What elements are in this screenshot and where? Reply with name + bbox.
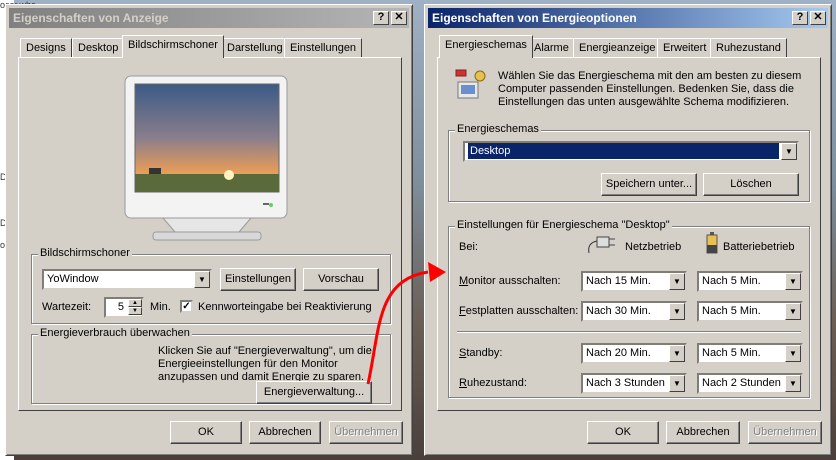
spin-up-icon[interactable]: ▲ xyxy=(128,299,142,307)
spin-down-icon[interactable]: ▼ xyxy=(128,307,142,315)
disks-off-battery-select[interactable]: Nach 5 Min. ▼ xyxy=(697,301,803,322)
chevron-down-icon[interactable]: ▼ xyxy=(785,375,801,392)
tab-alarms[interactable]: Alarme xyxy=(528,38,575,58)
display-window-title[interactable]: Eigenschaften von Anzeige xyxy=(9,8,409,28)
schemes-group-label: Energieschemas xyxy=(455,123,541,135)
energy-group: Energieverbrauch überwachen Klicken Sie … xyxy=(31,327,391,404)
wait-label: Wartezeit: xyxy=(42,301,92,313)
ok-button[interactable]: OK xyxy=(587,421,659,444)
energy-group-label: Energieverbrauch überwachen xyxy=(38,327,192,339)
scheme-value: Desktop xyxy=(468,143,779,159)
screensaver-settings-button[interactable]: Einstellungen xyxy=(220,268,296,291)
scheme-select[interactable]: Desktop ▼ xyxy=(463,141,799,162)
plug-icon xyxy=(588,236,615,254)
hibernate-battery-select[interactable]: Nach 2 Stunden ▼ xyxy=(697,373,803,394)
power-schemes-panel: Wählen Sie das Energieschema mit den am … xyxy=(437,57,821,411)
settings-group-label: Einstellungen für Energieschema "Desktop… xyxy=(455,219,672,231)
select-value: Nach 5 Min. xyxy=(702,347,761,359)
wait-time-value: 5 xyxy=(117,301,124,313)
monitor-off-ac-select[interactable]: Nach 15 Min. ▼ xyxy=(581,271,687,292)
energy-description: Klicken Sie auf "Energieverwaltung", um … xyxy=(158,345,372,383)
tab-desktop[interactable]: Desktop xyxy=(72,38,125,58)
standby-label: Standby: xyxy=(459,347,503,359)
standby-ac-select[interactable]: Nach 20 Min. ▼ xyxy=(581,343,687,364)
help-button[interactable]: ? xyxy=(792,11,808,25)
tab-screensaver[interactable]: Bildschirmschoner xyxy=(122,35,224,58)
apply-button: Übernehmen xyxy=(748,421,822,444)
screensaver-group: Bildschirmschoner YoWindow ▼ Einstellung… xyxy=(31,247,391,324)
screensaver-select[interactable]: YoWindow ▼ xyxy=(42,269,212,290)
power-options-window: Eigenschaften von Energieoptionen ? ✕ En… xyxy=(424,4,832,456)
cancel-button[interactable]: Abbrechen xyxy=(249,421,321,444)
wait-time-spinner[interactable]: 5 ▲ ▼ xyxy=(104,297,144,318)
wait-unit: Min. xyxy=(150,301,171,313)
power-management-button[interactable]: Energieverwaltung... xyxy=(256,381,372,404)
chevron-down-icon[interactable]: ▼ xyxy=(781,143,797,160)
select-value: Nach 3 Stunden xyxy=(586,377,665,389)
power-plug-icon xyxy=(44,351,54,359)
screensaver-group-label: Bildschirmschoner xyxy=(38,247,132,259)
display-properties-window: Eigenschaften von Anzeige ? ✕ Designs De… xyxy=(5,4,413,456)
tab-power-meter[interactable]: Energieanzeige xyxy=(573,38,662,58)
tab-advanced[interactable]: Erweitert xyxy=(657,38,713,58)
chevron-down-icon[interactable]: ▼ xyxy=(669,273,685,290)
power-window-title[interactable]: Eigenschaften von Energieoptionen xyxy=(428,8,828,28)
select-value: Nach 5 Min. xyxy=(702,305,761,317)
battery-label: Batteriebetrieb xyxy=(723,241,795,253)
tab-hibernate[interactable]: Ruhezustand xyxy=(710,38,787,58)
chevron-down-icon[interactable]: ▼ xyxy=(785,273,801,290)
ok-button[interactable]: OK xyxy=(170,421,242,444)
help-button[interactable]: ? xyxy=(373,11,389,25)
monitor-off-label: Monitor ausschalten: xyxy=(459,275,561,287)
disks-off-ac-select[interactable]: Nach 30 Min. ▼ xyxy=(581,301,687,322)
select-value: Nach 20 Min. xyxy=(586,347,651,359)
divider xyxy=(457,331,801,333)
select-value: Nach 15 Min. xyxy=(586,275,651,287)
schemes-group: Energieschemas Desktop ▼ Speichern unter… xyxy=(448,123,810,202)
password-label: Kennworteingabe bei Reaktivierung xyxy=(198,301,372,313)
monitor-preview-icon xyxy=(124,75,288,241)
chevron-down-icon[interactable]: ▼ xyxy=(669,345,685,362)
select-value: Nach 2 Stunden xyxy=(702,377,781,389)
preview-button[interactable]: Vorschau xyxy=(303,268,379,291)
standby-battery-select[interactable]: Nach 5 Min. ▼ xyxy=(697,343,803,364)
ac-power-label: Netzbetrieb xyxy=(625,241,682,253)
scheme-settings-group: Einstellungen für Energieschema "Desktop… xyxy=(448,219,810,398)
chevron-down-icon[interactable]: ▼ xyxy=(785,345,801,362)
tab-power-schemes[interactable]: Energieschemas xyxy=(439,35,533,58)
select-value: Nach 5 Min. xyxy=(702,275,761,287)
intro-text: Wählen Sie das Energieschema mit den am … xyxy=(498,70,802,108)
tab-settings[interactable]: Einstellungen xyxy=(284,38,363,58)
password-checkbox[interactable]: ✓ xyxy=(180,300,193,313)
chevron-down-icon[interactable]: ▼ xyxy=(785,303,801,320)
hibernate-ac-select[interactable]: Nach 3 Stunden ▼ xyxy=(581,373,687,394)
disks-off-label: Festplatten ausschalten: xyxy=(459,305,579,317)
tab-appearance[interactable]: Darstellung xyxy=(221,38,289,58)
hibernate-label: Ruhezustand: xyxy=(459,377,527,389)
cancel-button[interactable]: Abbrechen xyxy=(666,421,740,444)
monitor-off-battery-select[interactable]: Nach 5 Min. ▼ xyxy=(697,271,803,292)
power-scheme-icon xyxy=(455,69,486,99)
select-value: Nach 30 Min. xyxy=(586,305,651,317)
screensaver-panel: Bildschirmschoner YoWindow ▼ Einstellung… xyxy=(18,57,402,411)
close-button[interactable]: ✕ xyxy=(391,11,407,25)
chevron-down-icon[interactable]: ▼ xyxy=(194,271,210,288)
close-button[interactable]: ✕ xyxy=(810,11,826,25)
chevron-down-icon[interactable]: ▼ xyxy=(669,303,685,320)
apply-button: Übernehmen xyxy=(329,421,403,444)
save-as-button[interactable]: Speichern unter... xyxy=(601,173,697,196)
screensaver-value: YoWindow xyxy=(47,273,99,285)
chevron-down-icon[interactable]: ▼ xyxy=(669,375,685,392)
when-label: Bei: xyxy=(459,241,478,253)
delete-button[interactable]: Löschen xyxy=(703,173,799,196)
tab-designs[interactable]: Designs xyxy=(20,38,72,58)
battery-icon xyxy=(706,232,718,254)
